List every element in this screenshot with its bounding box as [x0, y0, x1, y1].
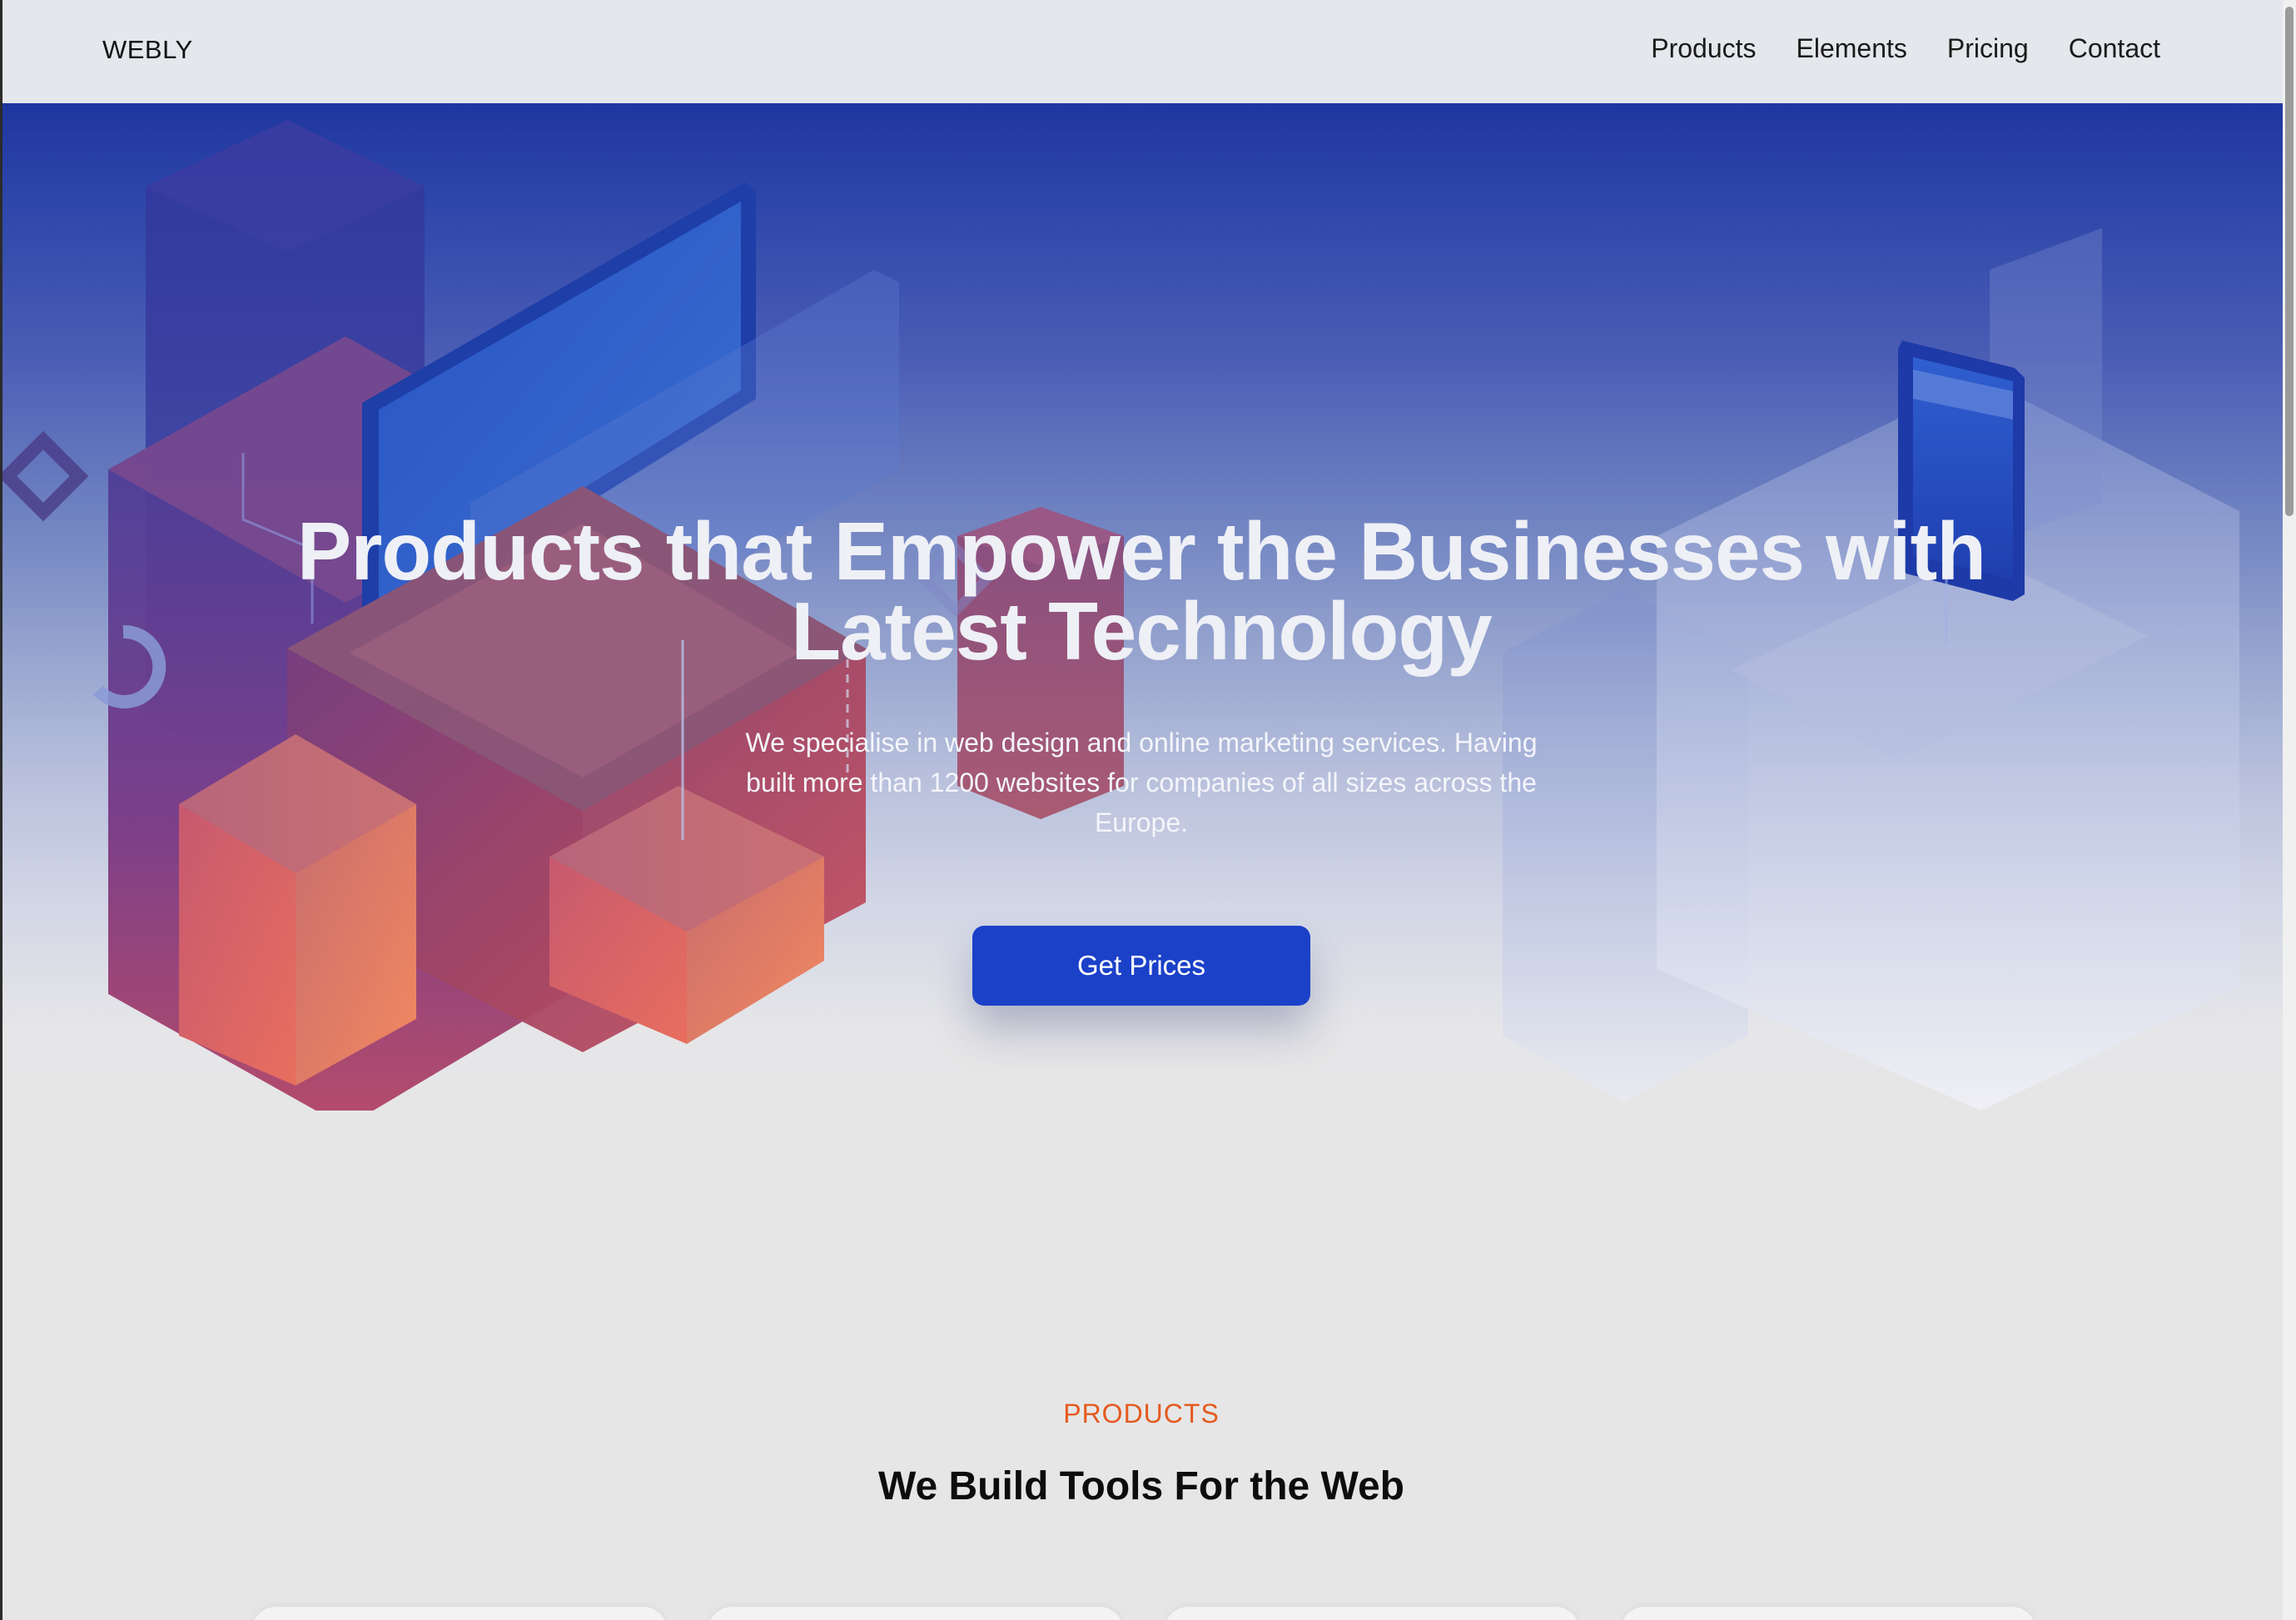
site-header: WEBLY Products Elements Pricing Contact: [0, 0, 2283, 103]
hero-section: Products that Empower the Businesses wit…: [0, 103, 2283, 1111]
nav-link-products[interactable]: Products: [1651, 33, 1756, 64]
nav-link-pricing[interactable]: Pricing: [1947, 33, 2029, 64]
nav-link-elements[interactable]: Elements: [1797, 33, 1907, 64]
page: WEBLY Products Elements Pricing Contact: [0, 0, 2296, 1620]
get-prices-button[interactable]: Get Prices: [972, 926, 1310, 1006]
site-logo[interactable]: WEBLY: [102, 35, 193, 65]
scrollbar-thumb[interactable]: [2285, 7, 2294, 516]
hero-subtitle: We specialise in web design and online m…: [745, 728, 1538, 837]
nav-link-contact[interactable]: Contact: [2069, 33, 2160, 64]
vertical-scrollbar[interactable]: [2283, 0, 2296, 1620]
main-nav: Products Elements Pricing Contact: [1651, 33, 2160, 64]
products-eyebrow: PRODUCTS: [1063, 1399, 1220, 1429]
product-card[interactable]: [1620, 1607, 2036, 1620]
product-cards: [251, 1607, 2036, 1620]
hero-title: Products that Empower the Businesses wit…: [0, 510, 2283, 672]
product-card[interactable]: [708, 1607, 1124, 1620]
hero-title-line1: Products that Empower the Businesses wit…: [296, 505, 1986, 597]
product-card[interactable]: [251, 1607, 668, 1620]
hero-title-line2: Latest Technology: [791, 585, 1493, 677]
product-card[interactable]: [1164, 1607, 1580, 1620]
window-edge: [0, 0, 2, 1620]
products-title: We Build Tools For the Web: [878, 1464, 1404, 1508]
